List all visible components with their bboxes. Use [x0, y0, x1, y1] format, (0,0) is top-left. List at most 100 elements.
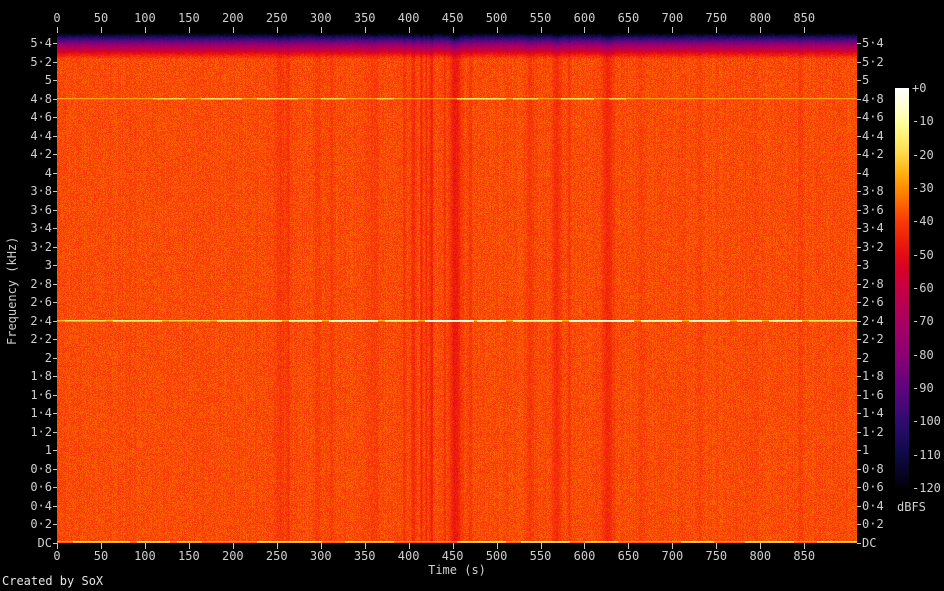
colorbar-tick-label: -120: [912, 481, 941, 495]
freq-axis-tick-label-right: 3·8: [862, 184, 884, 198]
freq-axis-tick-label-left: 4: [44, 166, 52, 180]
x-axis-tick-label-bottom: 300: [309, 549, 332, 563]
freq-axis-tick-left: [53, 154, 57, 155]
freq-axis-tick-left: [53, 210, 57, 211]
freq-axis-tick-right: [857, 376, 861, 377]
freq-axis-tick-right: [857, 321, 861, 322]
freq-axis-tick-left: [53, 413, 57, 414]
x-axis-tick-label-bottom: 450: [441, 549, 464, 563]
freq-axis-tick-label-left: 5·2: [30, 55, 52, 69]
freq-axis-tick-left: [53, 339, 57, 340]
colorbar-tick-label: -70: [912, 314, 934, 328]
freq-axis-tick-label-left: 1·4: [30, 406, 52, 420]
freq-axis-tick-label-left: 0·4: [30, 499, 52, 513]
freq-axis-tick-label-left: 1·8: [30, 369, 52, 383]
freq-axis-tick-right: [857, 358, 861, 359]
x-axis-tick-label-top: 800: [749, 11, 772, 25]
x-axis-tick-label-bottom: 800: [749, 549, 772, 563]
freq-axis-tick-label-right: 0·6: [862, 480, 884, 494]
freq-axis-tick-label-left: 3·6: [30, 203, 52, 217]
freq-axis-tick-label-left: 5·4: [30, 36, 52, 50]
x-axis-tick-top: [408, 27, 410, 33]
freq-axis-tick-left: [53, 302, 57, 303]
x-axis-title: Time (s): [428, 563, 486, 577]
freq-axis-tick-label-right: 1·8: [862, 369, 884, 383]
x-axis-tick-top: [628, 27, 630, 33]
freq-axis-tick-label-left: 1: [44, 443, 52, 457]
x-axis-tick-label-top: 100: [134, 11, 156, 25]
x-axis-tick-label-bottom: 850: [793, 549, 816, 563]
x-axis-tick-top: [144, 27, 146, 33]
x-axis-tick-top: [496, 27, 498, 33]
colorbar-tick-label: -110: [912, 448, 941, 462]
freq-axis-tick-label-left: 0·6: [30, 480, 52, 494]
freq-axis-tick-right: [857, 228, 861, 229]
freq-axis-tick-left: [53, 62, 57, 63]
freq-axis-tick-right: [857, 265, 861, 266]
x-axis-tick-label-bottom: 0: [53, 549, 61, 563]
freq-axis-tick-right: [857, 43, 861, 44]
freq-axis-tick-label-left: DC: [37, 536, 52, 550]
freq-axis-tick-label-left: 0·8: [30, 462, 52, 476]
x-axis-tick-label-bottom: 100: [134, 549, 156, 563]
freq-axis-tick-left: [53, 43, 57, 44]
freq-axis-tick-left: [53, 117, 57, 118]
freq-axis-tick-label-right: 5·2: [862, 55, 884, 69]
freq-axis-tick-right: [857, 284, 861, 285]
spectrogram-plot: [57, 33, 857, 543]
freq-axis-tick-left: [53, 432, 57, 433]
x-axis-tick-label-top: 550: [529, 11, 552, 25]
freq-axis-tick-left: [53, 543, 57, 544]
freq-axis-tick-right: [857, 191, 861, 192]
freq-axis-tick-label-left: 5: [44, 73, 52, 87]
freq-axis-tick-label-right: 2: [862, 351, 870, 365]
freq-axis-tick-label-left: 4·8: [30, 92, 52, 106]
x-axis-tick-label-bottom: 600: [573, 549, 596, 563]
freq-axis-tick-left: [53, 358, 57, 359]
freq-axis-tick-right: [857, 99, 861, 100]
freq-axis-tick-right: [857, 395, 861, 396]
freq-axis-tick-left: [53, 487, 57, 488]
freq-axis-tick-right: [857, 506, 861, 507]
x-axis-tick-label-top: 300: [309, 11, 332, 25]
x-axis-tick-top: [232, 27, 234, 33]
x-axis-tick-top: [540, 27, 542, 33]
x-axis-tick-label-top: 850: [793, 11, 816, 25]
freq-axis-tick-label-left: 4·2: [30, 147, 52, 161]
freq-axis-tick-label-right: 1·4: [862, 406, 884, 420]
x-axis-tick-top: [364, 27, 366, 33]
colorbar-tick-label: -40: [912, 214, 934, 228]
freq-axis-tick-right: [857, 247, 861, 248]
x-axis-tick-label-top: 450: [441, 11, 464, 25]
y-axis-title: Frequency (kHz): [5, 236, 19, 345]
x-axis-tick-top: [452, 27, 454, 33]
freq-axis-tick-label-right: 0·8: [862, 462, 884, 476]
freq-axis-tick-label-right: 2·4: [862, 314, 884, 328]
freq-axis-tick-label-right: 3: [862, 258, 870, 272]
x-axis-tick-label-top: 750: [705, 11, 728, 25]
freq-axis-tick-label-left: 3·4: [30, 221, 52, 235]
freq-axis-tick-left: [53, 450, 57, 451]
x-axis-tick-label-top: 150: [178, 11, 200, 25]
freq-axis-tick-right: [857, 302, 861, 303]
freq-axis-tick-label-right: 0·2: [862, 517, 884, 531]
freq-axis-tick-left: [53, 80, 57, 81]
freq-axis-tick-left: [53, 228, 57, 229]
freq-axis-tick-left: [53, 376, 57, 377]
freq-axis-tick-right: [857, 136, 861, 137]
freq-axis-tick-left: [53, 173, 57, 174]
freq-axis-tick-right: [857, 432, 861, 433]
colorbar-tick-label: -30: [912, 181, 934, 195]
colorbar-unit-label: dBFS: [897, 500, 926, 514]
freq-axis-tick-label-right: 4·2: [862, 147, 884, 161]
freq-axis-tick-label-right: 4·4: [862, 129, 884, 143]
spectrogram-window: 0 0 50 50 100 100 150 150 200 200 250 250 300 300 350 3…: [0, 0, 944, 591]
freq-axis-tick-label-right: 1·6: [862, 388, 884, 402]
x-axis-tick-top: [100, 27, 102, 33]
freq-axis-tick-label-right: 1·2: [862, 425, 884, 439]
freq-axis-tick-right: [857, 469, 861, 470]
x-axis-tick-label-bottom: 700: [661, 549, 684, 563]
x-axis-tick-label-bottom: 550: [529, 549, 552, 563]
colorbar-tick-label: -80: [912, 348, 934, 362]
freq-axis-tick-label-right: 1: [862, 443, 870, 457]
